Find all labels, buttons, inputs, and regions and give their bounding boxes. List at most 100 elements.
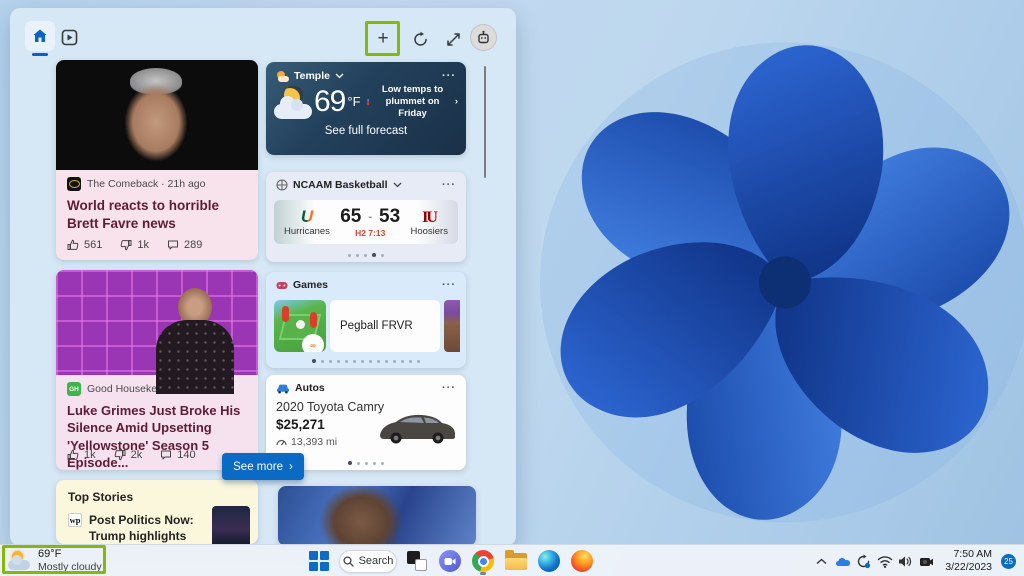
see-more-button[interactable]: See more › [222, 453, 304, 480]
widgets-panel: + [10, 8, 516, 546]
expand-button[interactable] [442, 28, 464, 50]
chevron-right-icon: › [289, 461, 293, 473]
start-button[interactable] [306, 547, 332, 575]
carousel-dots[interactable] [266, 253, 466, 257]
sports-widget[interactable]: NCAAM Basketball ··· U Hurricanes 65 - [266, 172, 466, 262]
top-stories-title: Top Stories [56, 480, 258, 504]
sports-more-button[interactable]: ··· [442, 179, 456, 191]
taskbar-temp: 69°F [38, 548, 102, 562]
news-card-partial-image[interactable] [278, 486, 476, 546]
update-restart-icon [856, 554, 871, 569]
refresh-button[interactable] [409, 28, 431, 50]
active-tab-indicator [32, 53, 48, 56]
news-card-luke-grimes[interactable]: GH Good Housekeeping · 23m ago Luke Grim… [56, 270, 258, 470]
panel-scrollbar[interactable] [484, 66, 486, 178]
games-more-button[interactable]: ··· [442, 279, 456, 291]
onedrive-tray-button[interactable] [834, 549, 851, 573]
chevron-down-icon[interactable] [393, 182, 402, 188]
dislike-button[interactable]: 2k [114, 449, 143, 461]
teams-chat-button[interactable] [437, 547, 463, 575]
news-source-row: The Comeback · 21h ago [67, 177, 247, 191]
mostly-cloudy-icon [8, 551, 32, 571]
team-home: U Hurricanes [284, 207, 330, 237]
thumbs-up-icon [67, 449, 79, 461]
volume-tray-button[interactable] [897, 549, 914, 573]
windows-update-tray-button[interactable] [855, 549, 872, 573]
comments-button[interactable]: 140 [160, 449, 195, 461]
profile-avatar[interactable] [470, 24, 497, 51]
thermometer-icon [366, 95, 370, 109]
firefox-button[interactable] [569, 547, 595, 575]
see-full-forecast-link[interactable]: See full forecast [266, 125, 466, 137]
comment-icon [167, 239, 179, 251]
search-label: Search [359, 555, 394, 567]
onedrive-cloud-icon [835, 556, 851, 567]
game-thumbnail-next[interactable] [444, 300, 460, 352]
home-icon [32, 28, 48, 44]
games-widget[interactable]: Games ··· ∞ Pegball FRVR [266, 272, 466, 368]
running-indicator [480, 572, 486, 575]
thumbs-down-icon [120, 239, 132, 251]
taskbar-weather-widget[interactable]: 69°F Mostly cloudy [8, 547, 102, 575]
weather-alert[interactable]: Low temps to plummet on Friday › [366, 84, 458, 120]
svg-text:U: U [301, 207, 314, 225]
chrome-icon [472, 550, 494, 572]
car-icon [276, 383, 290, 394]
weather-widget[interactable]: Temple ··· 69°F Low temps to plummet on … [266, 62, 466, 155]
file-explorer-icon [505, 553, 527, 570]
wifi-tray-button[interactable] [876, 549, 893, 573]
top-stories-headline: Post Politics Now: Trump highlights poss… [89, 513, 207, 543]
windows-bloom-artwork [535, 10, 1024, 555]
dislike-button[interactable]: 1k [120, 239, 149, 251]
top-stories-card[interactable]: Top Stories wp Post Politics Now: Trump … [56, 480, 258, 544]
miami-hurricanes-logo: U [295, 207, 319, 225]
notification-badge[interactable]: 25 [1001, 554, 1016, 569]
odometer-icon [276, 437, 287, 447]
source-favicon [67, 177, 81, 191]
hidden-icons-button[interactable] [813, 549, 830, 573]
comment-icon [160, 449, 172, 461]
robot-avatar-icon [476, 30, 491, 45]
like-button[interactable]: 561 [67, 239, 102, 251]
news-image [56, 270, 258, 375]
autos-title: Autos [295, 382, 325, 394]
frvr-logo: ∞ [302, 334, 324, 352]
camera-tray-button[interactable] [918, 549, 935, 573]
add-widget-button[interactable]: + [372, 28, 394, 50]
autos-more-button[interactable]: ··· [442, 382, 456, 394]
tab-media[interactable] [59, 27, 79, 47]
thumbs-down-icon [114, 449, 126, 461]
widgets-panel-header: + [10, 8, 516, 60]
chevron-right-icon: › [455, 96, 458, 108]
tab-home[interactable] [25, 21, 55, 51]
camera-icon [919, 556, 934, 567]
windows-logo-icon [309, 551, 329, 571]
team-away: IU Hoosiers [410, 207, 448, 237]
weather-unit: °F [347, 94, 360, 109]
weather-more-button[interactable]: ··· [442, 70, 456, 82]
scorecard[interactable]: U Hurricanes 65 - 53 H2 7:13 IU [274, 200, 458, 244]
carousel-dots[interactable] [266, 359, 466, 363]
like-button[interactable]: 1k [67, 449, 96, 461]
plus-icon: + [377, 28, 388, 50]
game-title-pill[interactable]: Pegball FRVR [330, 300, 440, 352]
clock[interactable]: 7:50 AM 3/22/2023 [945, 548, 992, 574]
edge-button[interactable] [536, 547, 562, 575]
file-explorer-button[interactable] [503, 547, 529, 575]
taskbar: 69°F Mostly cloudy Search [0, 544, 1024, 576]
task-view-button[interactable] [404, 547, 430, 575]
games-title: Games [293, 279, 328, 291]
news-card-brett-favre[interactable]: The Comeback · 21h ago World reacts to h… [56, 60, 258, 260]
search-box[interactable]: Search [339, 550, 397, 573]
home-score: 65 [340, 206, 361, 228]
chevron-down-icon[interactable] [335, 73, 344, 79]
thumbs-up-icon [67, 239, 79, 251]
svg-text:IU: IU [422, 209, 438, 225]
expand-icon [446, 32, 461, 47]
chrome-button[interactable] [470, 547, 496, 575]
game-thumbnail[interactable]: ∞ [274, 300, 326, 352]
away-score: 53 [379, 206, 400, 228]
sports-title: NCAAM Basketball [293, 179, 388, 191]
top-stories-thumbnail [212, 506, 250, 544]
comments-button[interactable]: 289 [167, 239, 202, 251]
